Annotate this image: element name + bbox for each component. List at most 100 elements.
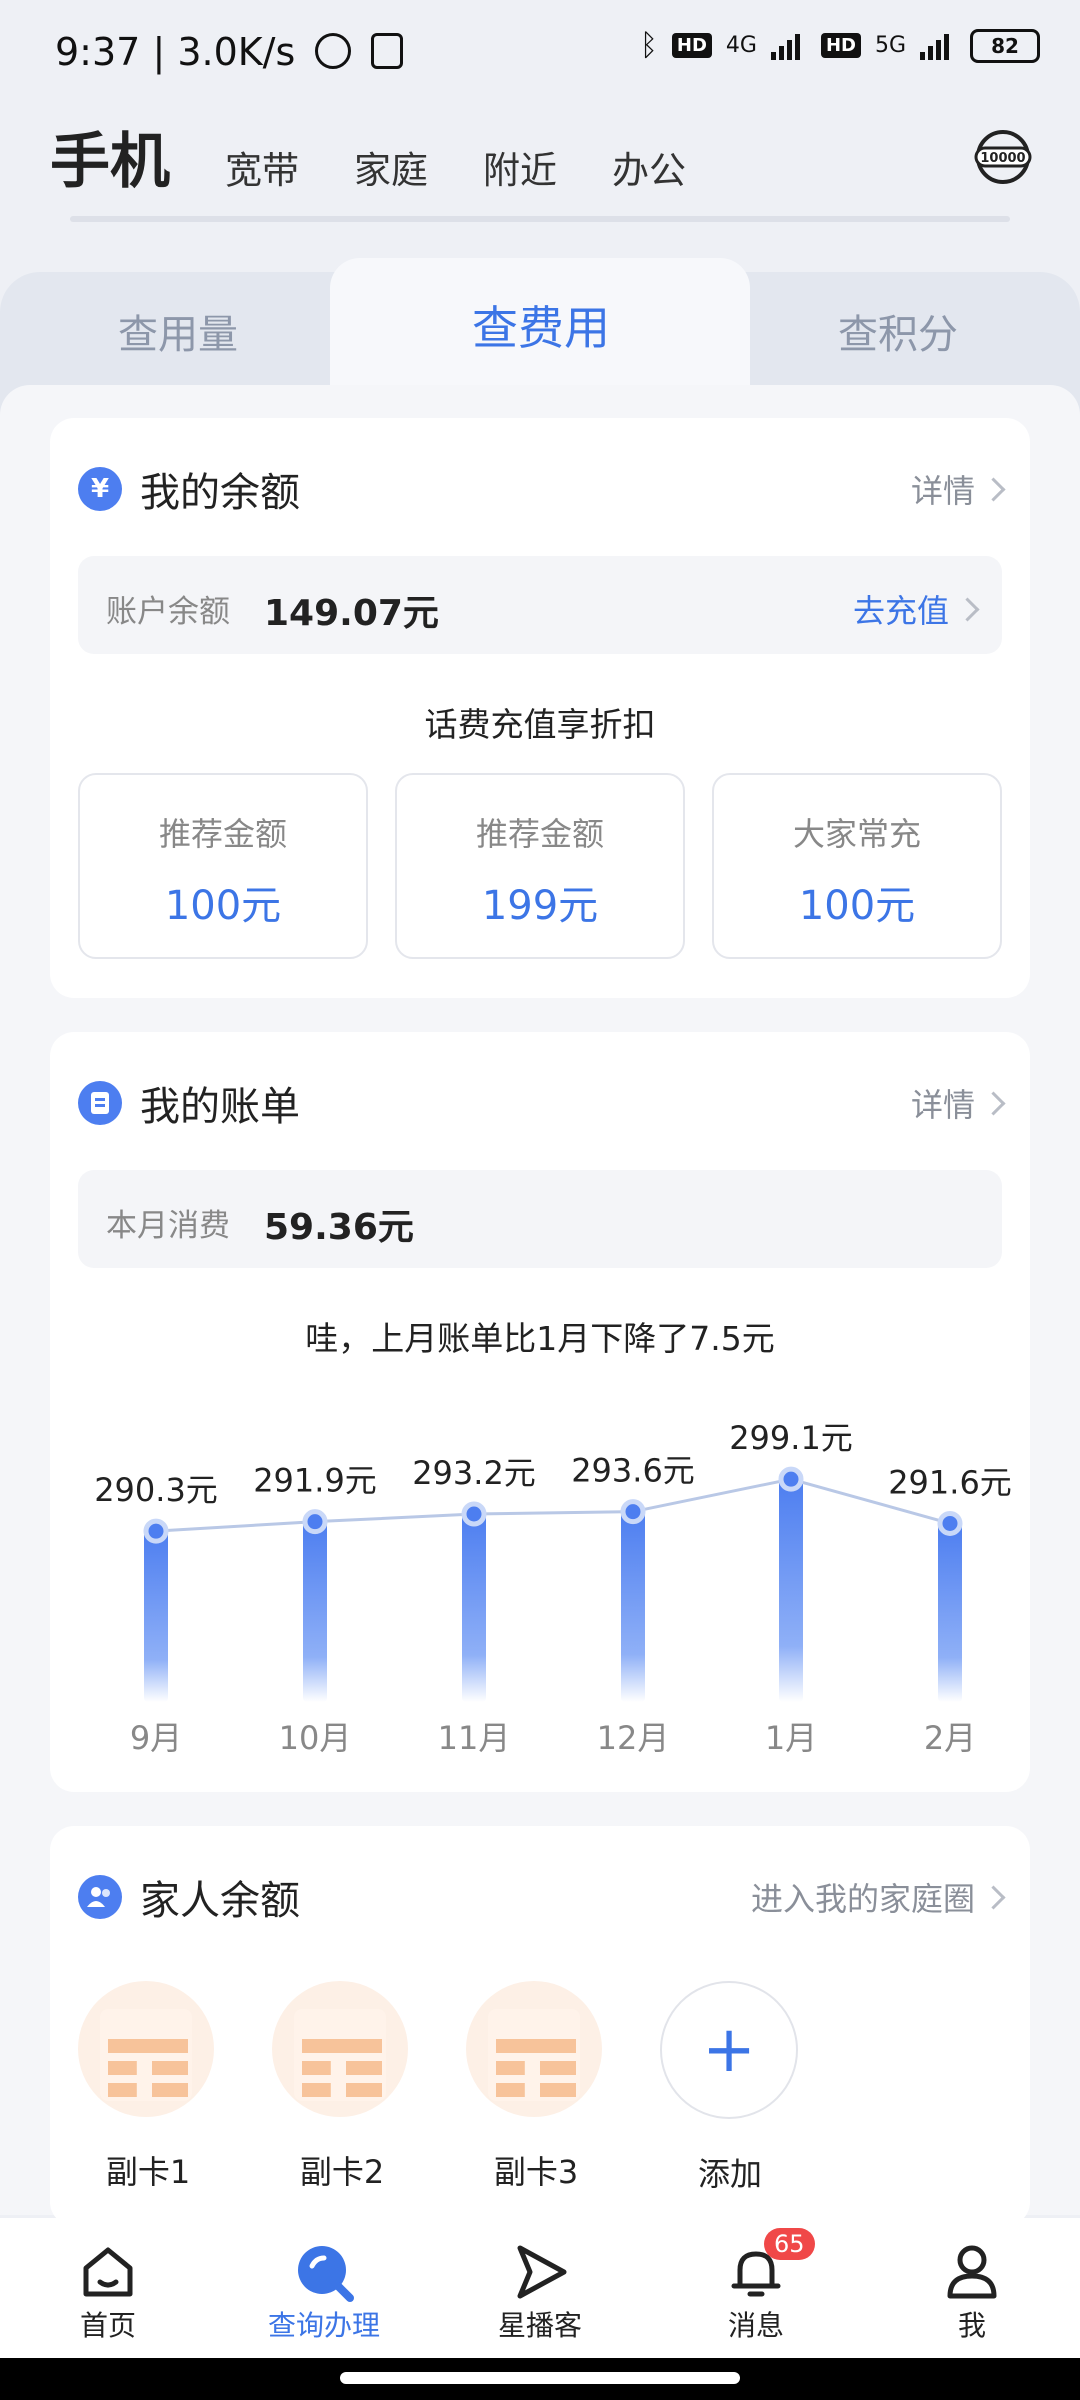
recharge-option-value: 199元	[481, 883, 599, 929]
hd-badge-2: HD	[820, 33, 861, 58]
sim-card-avatar-icon	[466, 1981, 602, 2117]
play-icon	[470, 2240, 610, 2304]
bill-point-2月	[937, 1510, 963, 1536]
status-time: 9:37	[55, 30, 141, 74]
message-count-badge: 65	[764, 2228, 815, 2260]
bill-bar-12月	[621, 1511, 645, 1702]
bill-value-label: 293.2元	[412, 1454, 536, 1492]
recharge-option-1[interactable]: 推荐金额 100元	[78, 773, 368, 959]
bottom-nav-home[interactable]: 首页	[38, 2240, 178, 2344]
bill-value-label: 299.1元	[729, 1419, 853, 1457]
sim-card-avatar-icon	[78, 1981, 214, 2117]
bill-month-label: 11月	[438, 1719, 511, 1757]
top-nav-nearby[interactable]: 附近	[483, 140, 557, 200]
family-member-1[interactable]: 副卡1	[78, 1981, 218, 2193]
family-title-text: 家人余额	[140, 1878, 300, 1924]
bill-point-1月	[778, 1466, 804, 1492]
recharge-label: 去充值	[852, 592, 949, 630]
bottom-nav-podcast[interactable]: 星播客	[470, 2240, 610, 2344]
account-balance-value: 149.07元	[264, 593, 439, 634]
top-nav-office[interactable]: 办公	[612, 140, 686, 200]
bell-icon: 65	[686, 2228, 826, 2304]
10000-service-icon[interactable]: 10000	[974, 128, 1032, 186]
bill-value-label: 290.3元	[94, 1471, 218, 1509]
family-member-2[interactable]: 副卡2	[272, 1981, 412, 2193]
tab-fees[interactable]: 查费用	[472, 292, 610, 358]
home-icon	[38, 2240, 178, 2304]
status-separator: |	[152, 30, 178, 74]
signal-icon-1	[770, 33, 800, 60]
bill-month-label: 1月	[765, 1719, 817, 1757]
nfc-icon	[371, 33, 404, 69]
recharge-option-2[interactable]: 推荐金额 199元	[395, 773, 685, 959]
top-nav-phone[interactable]: 手机	[50, 113, 170, 200]
status-left: 9:37 | 3.0K/s	[55, 30, 404, 74]
bill-month-label: 9月	[130, 1719, 182, 1757]
status-speed: 3.0K/s	[177, 30, 296, 74]
home-indicator[interactable]	[340, 2372, 740, 2384]
balance-card-title: ¥ 我的余额	[78, 460, 300, 518]
signal-icon-2	[920, 33, 949, 60]
status-bar: 9:37 | 3.0K/s ᛒ HD 4G HD 5G 82	[0, 0, 1080, 110]
family-circle-label: 进入我的家庭圈	[750, 1880, 975, 1918]
recharge-link[interactable]: 去充值	[852, 586, 980, 632]
bill-bar-9月	[144, 1531, 168, 1702]
bill-chart: 290.3元 9月 291.9元 10月 293.2元 11月 293.6元 12月 299.1…	[94, 1419, 1012, 1757]
balance-detail-label: 详情	[910, 472, 975, 510]
plus-icon: +	[660, 1981, 798, 2119]
family-member-name: 副卡2	[299, 2153, 385, 2191]
bottom-nav-me[interactable]: 我	[902, 2240, 1042, 2344]
recharge-option-3[interactable]: 大家常充 100元	[712, 773, 1002, 959]
family-circle-link[interactable]: 进入我的家庭圈	[750, 1874, 1006, 1920]
bill-point-10月	[302, 1509, 328, 1535]
bottom-nav-me-label: 我	[957, 2309, 986, 2342]
chevron-right-icon	[981, 476, 1006, 502]
hd-badge: HD	[671, 33, 712, 58]
bottom-nav-messages-label: 消息	[727, 2309, 784, 2342]
bottom-nav: 首页 查询办理 星播客 65 消息 我	[0, 2218, 1080, 2358]
bill-bar-2月	[938, 1523, 962, 1702]
bill-bar-10月	[303, 1521, 327, 1702]
bill-card: 我的账单 详情 本月消费 59.36元 哇，上月账单比1月下降了7.5元 290…	[50, 1032, 1030, 1792]
svg-text:10000: 10000	[980, 151, 1025, 166]
account-balance-row: 账户余额 149.07元 去充值	[78, 556, 1002, 654]
top-nav-family[interactable]: 家庭	[354, 140, 428, 200]
yuan-icon: ¥	[78, 467, 122, 511]
recharge-option-value: 100元	[164, 883, 282, 929]
bottom-nav-home-label: 首页	[79, 2309, 136, 2342]
bill-point-12月	[620, 1499, 646, 1525]
family-card-title: 家人余额	[78, 1868, 300, 1926]
add-family-member-button[interactable]: + 添加	[660, 1981, 800, 2195]
chevron-right-icon	[981, 1884, 1006, 1910]
recharge-option-title: 推荐金额	[158, 815, 287, 853]
bill-point-9月	[143, 1518, 169, 1544]
bottom-nav-query[interactable]: 查询办理	[254, 2240, 394, 2344]
bill-value-label: 291.9元	[253, 1462, 377, 1500]
network-5g-label: 5G	[874, 33, 906, 58]
family-member-3[interactable]: 副卡3	[466, 1981, 606, 2193]
bottom-nav-query-label: 查询办理	[267, 2309, 380, 2342]
sim-card-avatar-icon	[272, 1981, 408, 2117]
status-right: ᛒ HD 4G HD 5G 82	[640, 28, 1040, 63]
bottom-nav-podcast-label: 星播客	[497, 2309, 582, 2342]
bluetooth-icon: ᛒ	[639, 28, 658, 63]
bottom-nav-messages[interactable]: 65 消息	[686, 2228, 826, 2344]
chevron-right-icon	[955, 596, 980, 622]
balance-title-text: 我的余额	[140, 470, 300, 516]
network-4g-label: 4G	[725, 33, 757, 58]
balance-detail-link[interactable]: 详情	[910, 466, 1006, 512]
nav-divider	[70, 216, 1010, 222]
top-nav-broadband[interactable]: 宽带	[225, 140, 299, 200]
tab-usage[interactable]: 查用量	[118, 302, 238, 360]
bill-point-11月	[461, 1501, 487, 1527]
bill-bar-11月	[462, 1514, 486, 1702]
tab-points[interactable]: 查积分	[838, 302, 958, 360]
balance-card: ¥ 我的余额 详情 账户余额 149.07元 去充值 话费充值享折扣 推荐金额 …	[50, 418, 1030, 998]
search-icon	[254, 2240, 394, 2304]
bill-bar-1月	[779, 1479, 803, 1702]
family-card: 家人余额 进入我的家庭圈 副卡1 副卡2 副卡3 + 添加	[50, 1826, 1030, 2226]
family-member-name: 副卡3	[493, 2153, 579, 2191]
bill-month-label: 10月	[279, 1719, 352, 1757]
family-icon	[78, 1875, 122, 1919]
bill-value-label: 291.6元	[888, 1463, 1012, 1501]
